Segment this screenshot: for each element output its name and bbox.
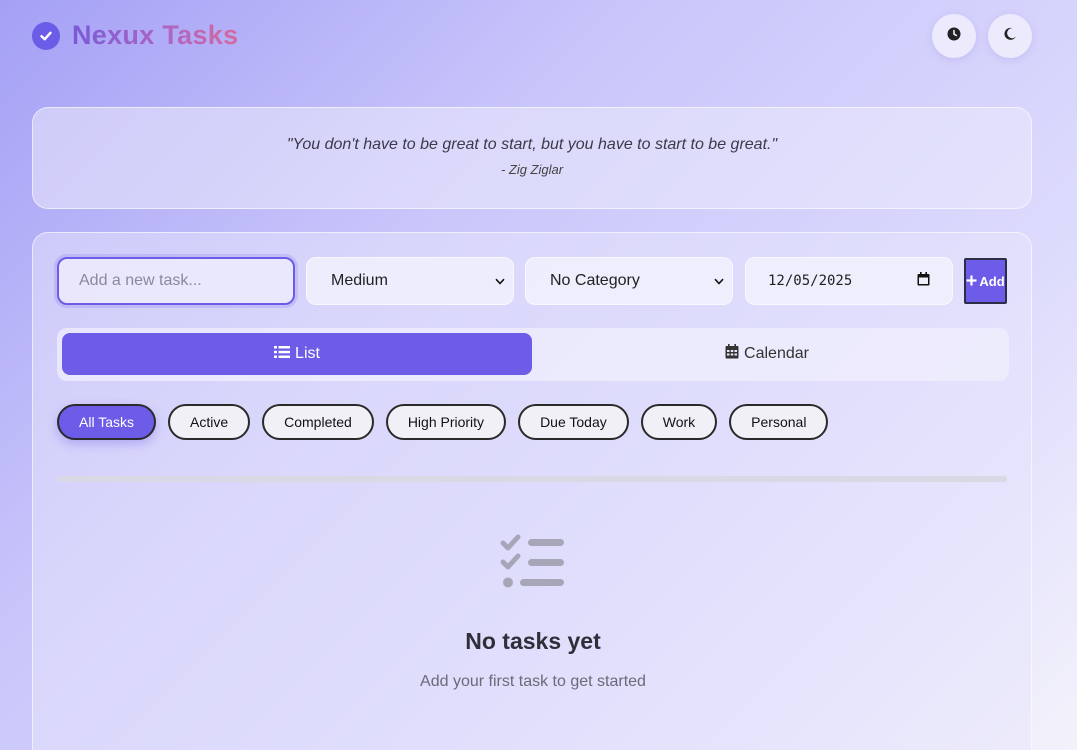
chevron-down-icon	[714, 272, 724, 290]
category-select[interactable]: No Category	[525, 257, 733, 305]
task-panel: Medium No Category 12/05/2025 Add	[32, 232, 1032, 750]
filter-bar: All Tasks Active Completed High Priority…	[57, 404, 829, 440]
tab-list-label: List	[295, 345, 320, 362]
filter-completed[interactable]: Completed	[262, 404, 374, 440]
moon-icon	[1003, 27, 1017, 46]
filter-high-priority[interactable]: High Priority	[385, 404, 507, 440]
list-icon	[274, 345, 291, 364]
quote-text: "You don't have to be great to start, bu…	[286, 136, 778, 153]
view-toggle: List Calendar	[57, 328, 1009, 381]
tab-calendar-label: Calendar	[744, 345, 809, 362]
history-button[interactable]	[932, 14, 976, 58]
filter-active[interactable]: Active	[167, 404, 251, 440]
quote-card: "You don't have to be great to start, bu…	[32, 107, 1032, 209]
check-circle-icon	[32, 21, 60, 50]
progress-bar	[57, 476, 1007, 482]
priority-select-value: Medium	[331, 272, 388, 289]
app-header: Nexux Tasks	[32, 20, 238, 51]
due-date-input[interactable]: 12/05/2025	[745, 257, 953, 305]
quote-author: - Zig Ziglar	[500, 162, 564, 177]
category-select-value: No Category	[550, 272, 640, 289]
empty-state: No tasks yet Add your first task to get …	[33, 533, 1033, 691]
filter-personal[interactable]: Personal	[729, 404, 829, 440]
header-actions	[932, 14, 1032, 58]
filter-all-tasks[interactable]: All Tasks	[57, 404, 156, 440]
priority-select[interactable]: Medium	[306, 257, 514, 305]
tasks-list-icon	[33, 533, 1033, 594]
clock-icon	[947, 27, 961, 46]
filter-due-today[interactable]: Due Today	[518, 404, 629, 440]
empty-state-subtitle: Add your first task to get started	[420, 673, 646, 690]
task-input[interactable]	[57, 257, 295, 305]
task-form: Medium No Category 12/05/2025 Add	[57, 257, 1009, 305]
filter-work[interactable]: Work	[640, 404, 718, 440]
add-task-label: Add	[979, 273, 1005, 289]
calendar-icon	[725, 344, 739, 364]
tab-calendar-view[interactable]: Calendar	[532, 333, 1002, 375]
calendar-picker-icon[interactable]	[917, 272, 930, 290]
chevron-down-icon	[495, 272, 505, 290]
add-task-button[interactable]: Add	[964, 258, 1007, 304]
due-date-value: 12/05/2025	[768, 273, 853, 289]
app-title: Nexux Tasks	[72, 20, 239, 50]
empty-state-title: No tasks yet	[465, 628, 601, 654]
theme-toggle-button[interactable]	[988, 14, 1032, 58]
plus-icon	[966, 274, 977, 289]
tab-list-view[interactable]: List	[62, 333, 532, 375]
